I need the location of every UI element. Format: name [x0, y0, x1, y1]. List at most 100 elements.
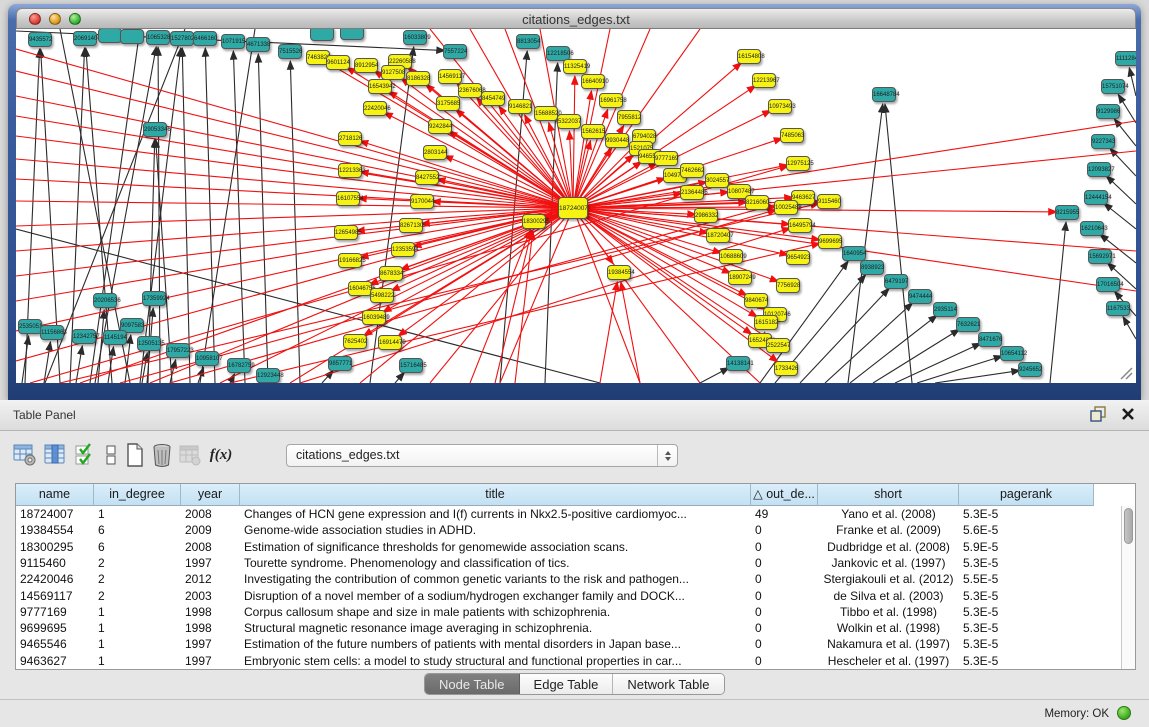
vertical-scrollbar[interactable] — [1121, 506, 1135, 669]
delete-table-button[interactable] — [149, 441, 175, 469]
graph-node[interactable]: 1733426 — [774, 361, 798, 376]
graph-node[interactable]: 9857771 — [328, 356, 352, 371]
graph-node[interactable] — [310, 29, 334, 41]
table-row[interactable]: 1456911722003Disruption of a novel membe… — [16, 588, 1121, 604]
row-options-button[interactable] — [98, 441, 124, 469]
graph-node[interactable]: 7462662 — [680, 163, 704, 178]
graph-node[interactable]: 12654985 — [334, 225, 358, 240]
column-header-name[interactable]: name — [16, 484, 94, 506]
graph-node[interactable]: 7955812 — [617, 110, 641, 125]
graph-node[interactable] — [98, 29, 122, 43]
graph-node[interactable]: 8427552 — [415, 170, 439, 185]
apply-check-button[interactable] — [72, 441, 98, 469]
memory-ok-icon[interactable] — [1117, 706, 1131, 720]
graph-node[interactable]: 8267130 — [399, 218, 423, 233]
graph-node[interactable]: 2522547 — [766, 338, 790, 353]
graph-node[interactable]: 15716485 — [399, 358, 423, 373]
graph-node[interactable]: 9654923 — [786, 250, 810, 265]
graph-node[interactable]: 10025488 — [774, 200, 798, 215]
graph-node[interactable]: 8471676 — [978, 332, 1002, 347]
graph-node[interactable]: 17016504 — [1096, 277, 1120, 292]
tab-edge-table[interactable]: Edge Table — [520, 674, 614, 694]
graph-node[interactable]: 4671338 — [246, 37, 270, 52]
graph-node[interactable]: 20691406 — [73, 31, 97, 46]
graph-node[interactable]: 19166825 — [338, 253, 362, 268]
graph-node[interactable]: 2803144 — [423, 145, 447, 160]
graph-node[interactable]: 1145194 — [103, 330, 127, 345]
graph-node[interactable]: 21364486 — [680, 185, 704, 200]
table-settings-button[interactable] — [12, 441, 38, 469]
function-builder-button[interactable]: f(x) — [208, 441, 234, 469]
graph-node[interactable]: 8216060 — [745, 195, 769, 210]
graph-node[interactable] — [340, 29, 364, 40]
graph-node[interactable]: 9435572 — [28, 32, 52, 47]
graph-node[interactable]: 15751074 — [1101, 79, 1125, 94]
graph-node[interactable]: 16210643 — [1080, 221, 1104, 236]
graph-node[interactable]: 10973493 — [768, 99, 792, 114]
graph-node[interactable]: 10653287 — [146, 30, 170, 45]
graph-node[interactable]: 14138141 — [726, 356, 750, 371]
graph-node[interactable]: 16154808 — [737, 49, 761, 64]
table-row[interactable]: 977716911998Corpus callosum shape and si… — [16, 604, 1121, 620]
graph-node[interactable]: 20206536 — [93, 293, 117, 308]
float-window-icon[interactable] — [1090, 406, 1107, 422]
graph-node[interactable]: 12353594 — [391, 242, 415, 257]
graph-node[interactable]: 16033809 — [403, 30, 427, 45]
graph-node[interactable]: 8454749 — [481, 91, 505, 106]
graph-node[interactable]: 14569117 — [438, 69, 462, 84]
table-row[interactable]: 2242004622012Investigating the contribut… — [16, 571, 1121, 587]
table-row[interactable]: 1830029562008Estimation of significance … — [16, 539, 1121, 555]
graph-node[interactable]: 9146821 — [508, 99, 532, 114]
graph-node[interactable]: 9170044 — [410, 194, 434, 209]
graph-node[interactable]: 12093827 — [1087, 162, 1111, 177]
graph-node[interactable]: 1640954 — [842, 246, 866, 261]
table-row[interactable]: 969969511998Structural magnetic resonanc… — [16, 620, 1121, 636]
graph-node[interactable]: 7756928 — [776, 278, 800, 293]
graph-node[interactable]: 8912954 — [354, 58, 378, 73]
column-header-in_degree[interactable]: in_degree — [94, 484, 181, 506]
column-header-out_de[interactable]: △ out_de... — [751, 484, 818, 506]
table-row[interactable]: 1938455462009Genome-wide association stu… — [16, 522, 1121, 538]
graph-node[interactable]: 16039489 — [362, 310, 386, 325]
graph-node[interactable]: 8813054 — [516, 34, 540, 49]
graph-node[interactable]: 1167533 — [1106, 301, 1130, 316]
graph-node[interactable]: 9777169 — [654, 151, 678, 166]
graph-node[interactable]: 8215955 — [1055, 205, 1079, 220]
graph-node[interactable]: 19384554 — [607, 265, 631, 280]
graph-node[interactable]: 7557224 — [443, 44, 467, 59]
graph-node[interactable] — [120, 29, 144, 44]
graph-node[interactable]: 16543942 — [368, 79, 392, 94]
table-source-select[interactable]: citations_edges.txt — [286, 444, 678, 467]
new-table-button[interactable] — [122, 441, 148, 469]
graph-node[interactable]: 18907249 — [728, 270, 752, 285]
resize-grip-icon[interactable] — [1117, 364, 1133, 380]
column-header-short[interactable]: short — [818, 484, 959, 506]
graph-node[interactable]: 23676068 — [458, 83, 482, 98]
graph-node[interactable]: 12342757 — [72, 329, 96, 344]
graph-node[interactable]: 9474444 — [908, 289, 932, 304]
graph-node[interactable]: 12975125 — [786, 156, 810, 171]
graph-node[interactable]: 18724007 — [558, 197, 588, 219]
table-row[interactable]: 946362711997Embryonic stem cells: a mode… — [16, 653, 1121, 669]
close-panel-icon[interactable] — [1121, 407, 1135, 421]
graph-node[interactable]: 3024557 — [705, 173, 729, 188]
graph-node[interactable]: 2935114 — [933, 302, 957, 317]
graph-node[interactable]: 12444154 — [1084, 190, 1108, 205]
graph-node[interactable]: 16107554 — [336, 191, 360, 206]
graph-node[interactable]: 9242844 — [428, 119, 452, 134]
graph-node[interactable]: 16648784 — [872, 87, 896, 102]
table-row[interactable]: 911546021997Tourette syndrome. Phenomeno… — [16, 555, 1121, 571]
graph-node[interactable]: 9127508 — [381, 65, 405, 80]
graph-node[interactable]: 7632621 — [956, 317, 980, 332]
graph-node[interactable]: 22420046 — [363, 101, 387, 116]
graph-node[interactable]: 7515526 — [278, 44, 302, 59]
graph-node[interactable]: 10958107 — [195, 351, 219, 366]
graph-node[interactable]: 9699695 — [818, 234, 842, 249]
graph-node[interactable]: 8678334 — [379, 266, 403, 281]
graph-node[interactable]: 1111284 — [1115, 51, 1136, 66]
graph-node[interactable]: 12923448 — [256, 368, 280, 383]
graph-node[interactable]: 6466160 — [193, 31, 217, 46]
graph-node[interactable]: 9245652 — [1018, 362, 1042, 377]
graph-node[interactable]: 5498222 — [370, 288, 394, 303]
graph-node[interactable]: 29053346 — [143, 122, 167, 137]
